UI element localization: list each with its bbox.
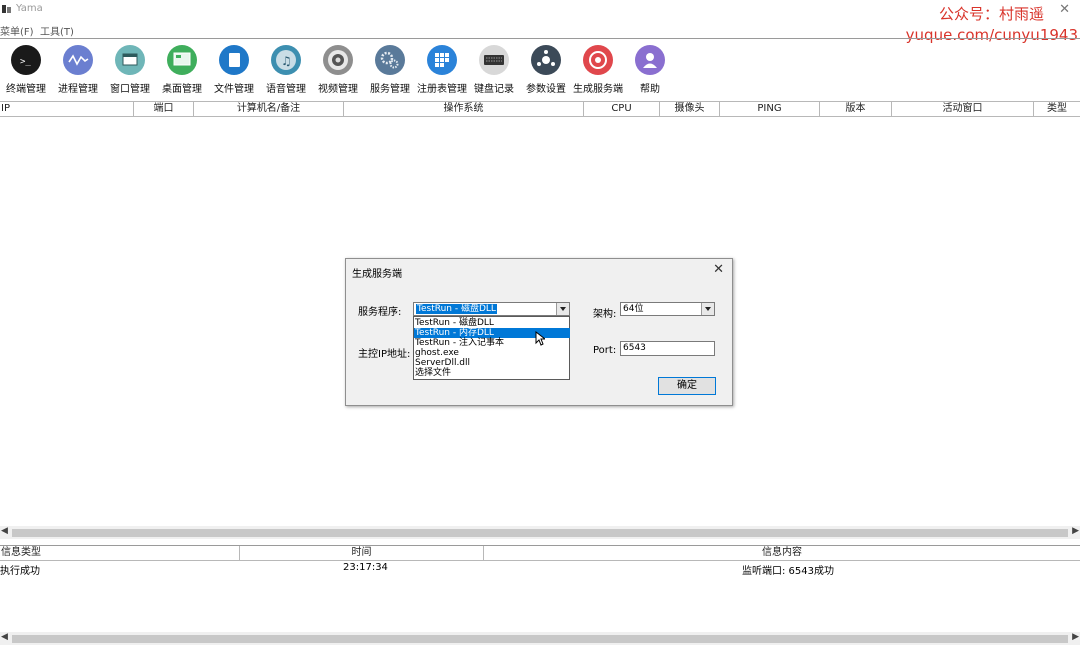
- column-header-ping[interactable]: PING: [720, 102, 820, 116]
- column-header-cpu[interactable]: CPU: [584, 102, 660, 116]
- terminal-manager-button[interactable]: >_ 终端管理: [0, 42, 52, 98]
- file-icon: [219, 45, 249, 75]
- dropdown-option[interactable]: 选择文件: [414, 368, 570, 378]
- desktop-icon: [167, 45, 197, 75]
- help-button[interactable]: 帮助: [624, 42, 676, 98]
- window-title: Yama: [16, 3, 43, 14]
- scrollbar-thumb[interactable]: [12, 529, 1068, 537]
- gears-icon: [375, 45, 405, 75]
- client-list-scrollbar[interactable]: ◀ ▶: [0, 526, 1080, 539]
- service-manager-button[interactable]: 服务管理: [364, 42, 416, 98]
- column-header-active-window[interactable]: 活动窗口: [892, 102, 1034, 116]
- chevron-down-icon[interactable]: [556, 303, 569, 315]
- window-close-button[interactable]: ✕: [1059, 2, 1070, 17]
- window-icon: [115, 45, 145, 75]
- settings-button[interactable]: 参数设置: [520, 42, 572, 98]
- service-program-dropdown: TestRun - 磁盘DLL TestRun - 内存DLL TestRun …: [413, 316, 570, 380]
- log-header: 信息类型 时间 信息内容: [0, 545, 1080, 561]
- registry-grid-icon: [427, 45, 457, 75]
- service-program-select[interactable]: TestRun - 磁盘DLL: [413, 302, 570, 316]
- dropdown-option[interactable]: TestRun - 磁盘DLL: [414, 318, 570, 328]
- column-header-port[interactable]: 端口: [134, 102, 194, 116]
- registry-manager-button[interactable]: 注册表管理: [416, 42, 468, 98]
- column-header-os[interactable]: 操作系统: [344, 102, 584, 116]
- file-manager-button[interactable]: 文件管理: [208, 42, 260, 98]
- column-header-version[interactable]: 版本: [820, 102, 892, 116]
- voice-manager-button[interactable]: ♫ 语音管理: [260, 42, 312, 98]
- scrollbar-thumb[interactable]: [12, 635, 1068, 643]
- keylogger-button[interactable]: 键盘记录: [468, 42, 520, 98]
- music-note-icon: ♫: [271, 45, 301, 75]
- column-header-computer-name[interactable]: 计算机名/备注: [194, 102, 344, 116]
- log-row-time: 23:17:34: [343, 562, 388, 573]
- keyboard-icon: [479, 45, 509, 75]
- scroll-right-icon[interactable]: ▶: [1072, 632, 1079, 642]
- log-row-message: 监听端口: 6543成功: [742, 566, 834, 577]
- dropdown-option[interactable]: TestRun - 注入记事本: [414, 338, 570, 348]
- camera-icon: [323, 45, 353, 75]
- log-column-message[interactable]: 信息内容: [484, 546, 1080, 560]
- build-server-button[interactable]: 生成服务端: [572, 42, 624, 98]
- dialog-close-button[interactable]: ✕: [713, 262, 724, 277]
- user-help-icon: [635, 45, 665, 75]
- chevron-down-icon[interactable]: [701, 303, 714, 315]
- window-manager-button[interactable]: 窗口管理: [104, 42, 156, 98]
- dropdown-option[interactable]: ghost.exe: [414, 348, 570, 358]
- column-header-camera[interactable]: 摄像头: [660, 102, 720, 116]
- port-input[interactable]: 6543: [620, 341, 715, 356]
- svg-text:>_: >_: [20, 57, 31, 67]
- toolbar-label: 帮助: [640, 84, 660, 95]
- port-label: Port:: [593, 345, 617, 356]
- process-wave-icon: [63, 45, 93, 75]
- log-scrollbar[interactable]: ◀ ▶: [0, 632, 1080, 645]
- scroll-left-icon[interactable]: ◀: [1, 632, 8, 642]
- terminal-icon: >_: [11, 45, 41, 75]
- title-bar: [0, 0, 1080, 20]
- ok-button[interactable]: 确定: [658, 377, 716, 395]
- menu-bar: 菜单(F) 工具(T): [0, 20, 1080, 38]
- dropdown-option-highlighted[interactable]: TestRun - 内存DLL: [414, 328, 570, 338]
- desktop-manager-button[interactable]: 桌面管理: [156, 42, 208, 98]
- service-program-label: 服务程序:: [358, 307, 402, 318]
- client-list-header: IP 端口 计算机名/备注 操作系统 CPU 摄像头 PING 版本 活动窗口 …: [0, 101, 1080, 117]
- log-column-type[interactable]: 信息类型: [0, 546, 240, 560]
- log-row-type: 执行成功: [0, 566, 40, 577]
- service-program-value: TestRun - 磁盘DLL: [416, 304, 497, 314]
- dropdown-option[interactable]: ServerDll.dll: [414, 358, 570, 368]
- host-ip-label: 主控IP地址:: [358, 349, 411, 360]
- svg-text:♫: ♫: [281, 54, 292, 68]
- column-header-type[interactable]: 类型: [1034, 102, 1080, 116]
- menu-file[interactable]: 菜单(F): [0, 23, 34, 38]
- arch-value: 64位: [623, 304, 644, 314]
- arch-select[interactable]: 64位: [620, 302, 715, 316]
- scroll-left-icon[interactable]: ◀: [1, 526, 8, 536]
- target-icon: [583, 45, 613, 75]
- scroll-right-icon[interactable]: ▶: [1072, 526, 1079, 536]
- process-manager-button[interactable]: 进程管理: [52, 42, 104, 98]
- column-header-ip[interactable]: IP: [0, 102, 134, 116]
- log-column-time[interactable]: 时间: [240, 546, 484, 560]
- mouse-cursor-icon: [535, 330, 547, 349]
- dialog-title: 生成服务端: [352, 269, 402, 280]
- menu-divider: [0, 38, 1080, 39]
- settings-nodes-icon: [531, 45, 561, 75]
- video-manager-button[interactable]: 视频管理: [312, 42, 364, 98]
- arch-label: 架构:: [593, 309, 617, 320]
- app-icon: [2, 4, 12, 14]
- menu-tools[interactable]: 工具(T): [40, 23, 74, 38]
